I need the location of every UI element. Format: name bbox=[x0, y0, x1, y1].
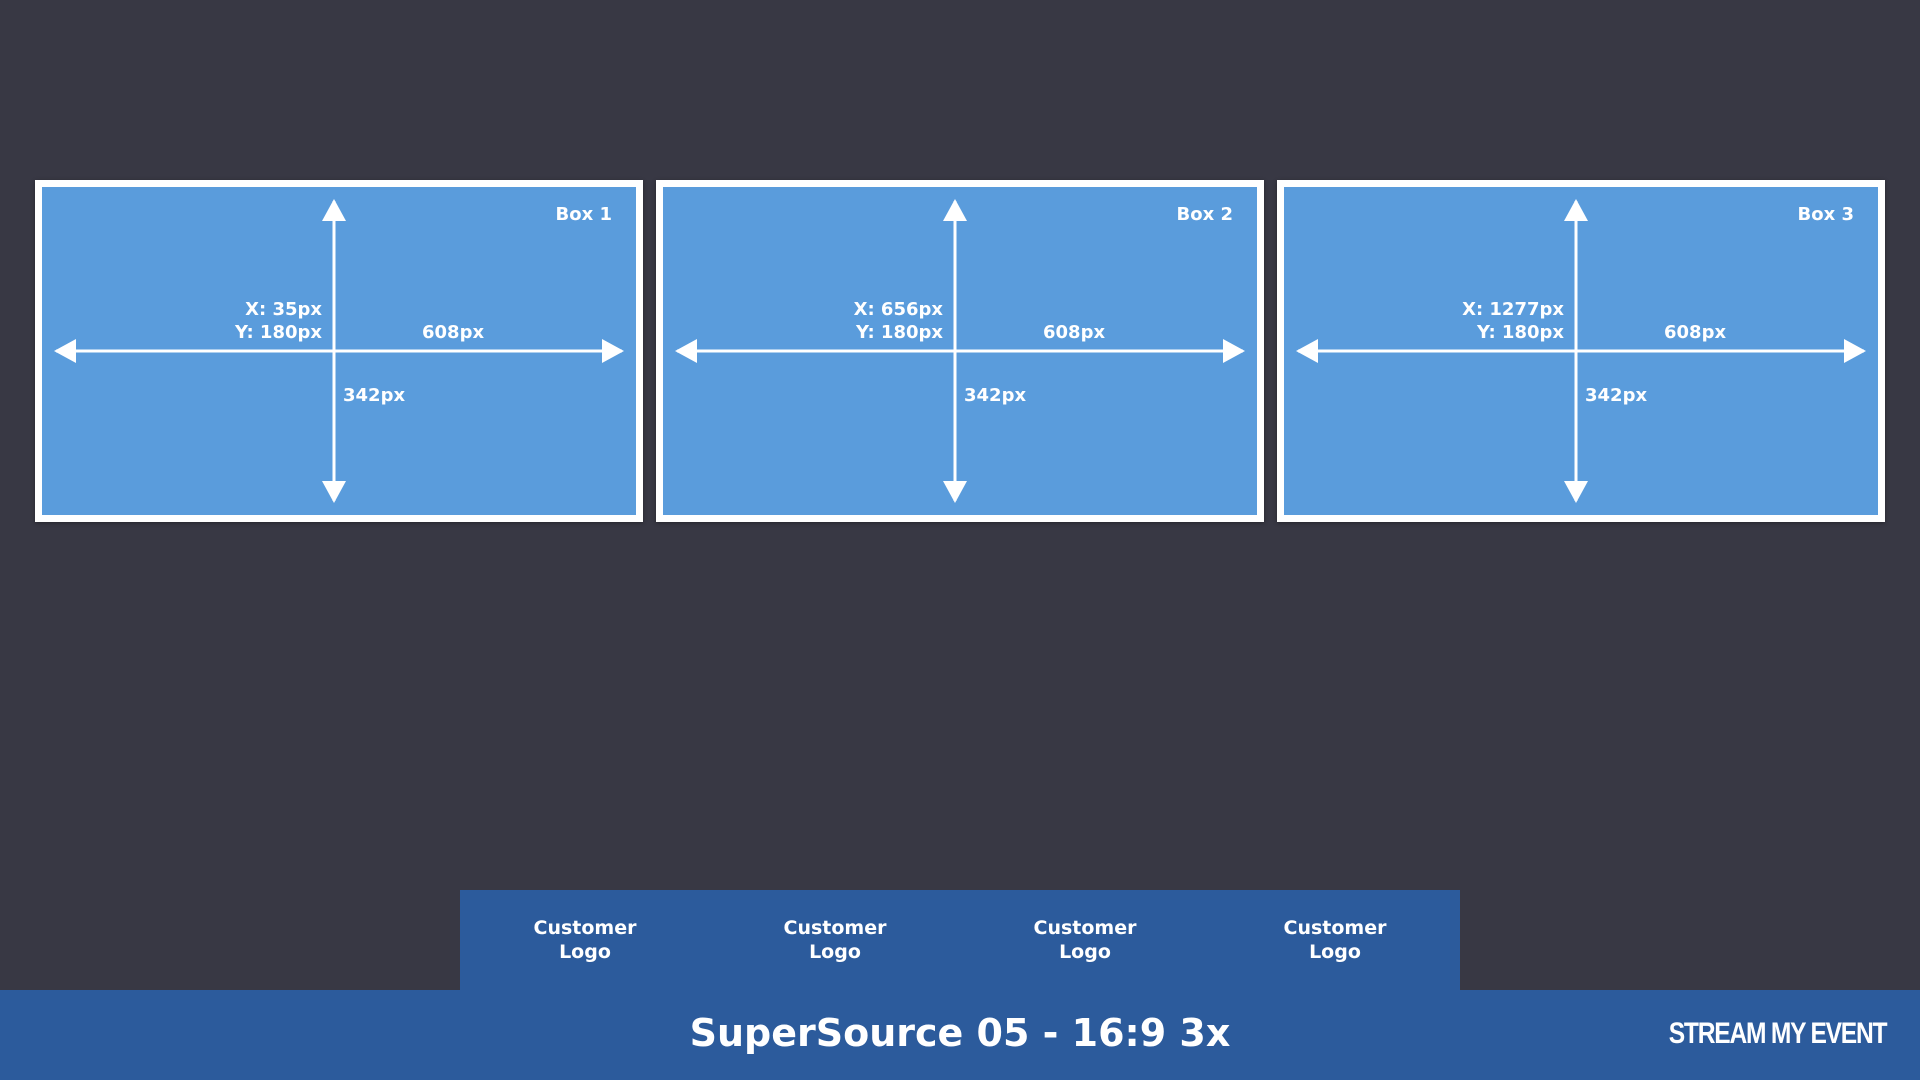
customer-logo-slot: Customer Logo bbox=[1210, 890, 1460, 990]
dimension-arrows bbox=[675, 199, 1245, 503]
box-title: Box 3 bbox=[1797, 204, 1855, 225]
height-label: 342px bbox=[964, 385, 1027, 406]
width-label: 608px bbox=[422, 322, 485, 343]
arrow-up-icon bbox=[943, 199, 967, 221]
x-coordinate-label: X: 656px bbox=[853, 299, 943, 320]
width-label: 608px bbox=[1043, 322, 1106, 343]
arrow-left-icon bbox=[54, 339, 76, 363]
x-coordinate-label: X: 1277px bbox=[1462, 299, 1564, 320]
x-coordinate-label: X: 35px bbox=[245, 299, 322, 320]
customer-logo-slot: Customer Logo bbox=[960, 890, 1210, 990]
box-coordinates: X: 35px Y: 180px bbox=[235, 298, 322, 344]
arrow-right-icon bbox=[602, 339, 624, 363]
box-title: Box 1 bbox=[555, 204, 613, 225]
customer-logo-slot: Customer Logo bbox=[460, 890, 710, 990]
y-coordinate-label: Y: 180px bbox=[234, 322, 322, 343]
customer-logo-slot: Customer Logo bbox=[710, 890, 960, 990]
layout-title: SuperSource 05 - 16:9 3x bbox=[689, 1011, 1231, 1055]
height-label: 342px bbox=[343, 385, 406, 406]
box-2: Box 2 X: 656px Y: 180px 608px 342px bbox=[656, 180, 1264, 522]
arrow-up-icon bbox=[322, 199, 346, 221]
dimension-arrows bbox=[54, 199, 624, 503]
box-1: Box 1 X: 35px Y: 180px 608px 342px bbox=[35, 180, 643, 522]
box-coordinates: X: 1277px Y: 180px bbox=[1462, 298, 1564, 344]
customer-logo-text: Customer Logo bbox=[533, 917, 637, 963]
box-coordinates: X: 656px Y: 180px bbox=[854, 298, 943, 344]
box-title: Box 2 bbox=[1176, 204, 1234, 225]
y-coordinate-label: Y: 180px bbox=[855, 322, 943, 343]
width-label: 608px bbox=[1664, 322, 1727, 343]
dimension-arrows bbox=[1296, 199, 1866, 503]
arrow-right-icon bbox=[1223, 339, 1245, 363]
customer-logo-text: Customer Logo bbox=[1033, 917, 1137, 963]
brand-logo: STREAM MY EVENT bbox=[1668, 1017, 1887, 1050]
customer-logo-text: Customer Logo bbox=[783, 917, 887, 963]
arrow-up-icon bbox=[1564, 199, 1588, 221]
customer-logo-text: Customer Logo bbox=[1283, 917, 1387, 963]
footer-bar: SuperSource 05 - 16:9 3x STREAM MY EVENT bbox=[0, 990, 1920, 1080]
arrow-down-icon bbox=[943, 481, 967, 503]
height-label: 342px bbox=[1585, 385, 1648, 406]
arrow-down-icon bbox=[322, 481, 346, 503]
arrow-down-icon bbox=[1564, 481, 1588, 503]
arrow-right-icon bbox=[1844, 339, 1866, 363]
y-coordinate-label: Y: 180px bbox=[1476, 322, 1564, 343]
box-3: Box 3 X: 1277px Y: 180px 608px 342px bbox=[1277, 180, 1885, 522]
customer-logo-bar: Customer Logo Customer Logo Customer Log… bbox=[460, 890, 1460, 990]
arrow-left-icon bbox=[675, 339, 697, 363]
arrow-left-icon bbox=[1296, 339, 1318, 363]
